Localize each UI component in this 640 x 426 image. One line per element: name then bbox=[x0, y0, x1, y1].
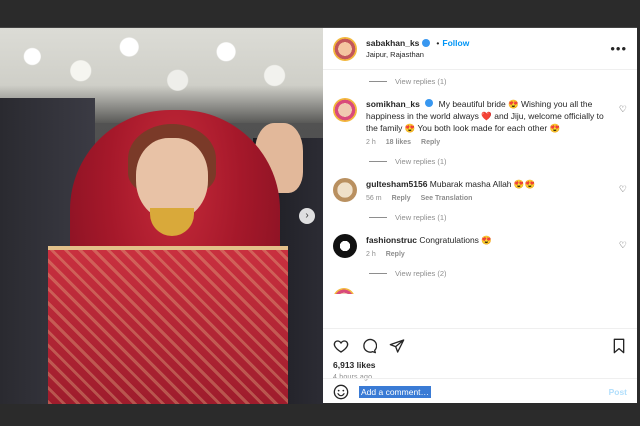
avatar[interactable] bbox=[333, 234, 357, 258]
comment-username[interactable]: fashionstruc bbox=[366, 235, 417, 245]
list-item: fashionstruc Congratulations 😍 2 h Reply… bbox=[333, 234, 627, 258]
comment-text: Mubarak masha Allah 😍😍 bbox=[429, 179, 536, 189]
avatar[interactable] bbox=[333, 178, 357, 202]
heart-icon[interactable] bbox=[333, 338, 349, 354]
more-options-icon[interactable]: ••• bbox=[610, 41, 627, 56]
like-comment-icon[interactable]: ♡ bbox=[619, 240, 627, 251]
view-replies[interactable]: View replies (2) bbox=[369, 266, 627, 280]
comment-time: 56 m bbox=[366, 195, 382, 202]
like-comment-icon[interactable]: ♡ bbox=[619, 184, 627, 195]
post-button[interactable]: Post bbox=[609, 387, 627, 397]
comment-time: 2 h bbox=[366, 139, 376, 146]
view-replies[interactable]: View replies (1) bbox=[369, 154, 627, 168]
add-comment-bar: Add a comment… Post bbox=[323, 378, 637, 404]
comments-panel: sabakhan_ks • Follow Jaipur, Rajasthan •… bbox=[323, 28, 637, 404]
comment-username[interactable]: gultesham5156 bbox=[366, 179, 427, 189]
list-item: gultesham5156 Mubarak masha Allah 😍😍 56 … bbox=[333, 178, 627, 202]
verified-icon bbox=[422, 39, 431, 47]
add-comment-input[interactable]: Add a comment… bbox=[359, 385, 432, 398]
comment-icon[interactable] bbox=[361, 338, 377, 354]
view-replies[interactable]: View replies (1) bbox=[369, 210, 627, 224]
like-comment-icon[interactable]: ♡ bbox=[619, 104, 627, 115]
comment-time: 2 h bbox=[366, 251, 376, 258]
post-username[interactable]: sabakhan_ks bbox=[366, 38, 419, 48]
comments-list: View replies (1) somikhan_ks My beautifu… bbox=[323, 70, 637, 328]
bookmark-icon[interactable] bbox=[611, 338, 627, 354]
list-item bbox=[333, 288, 627, 294]
reply-button[interactable]: Reply bbox=[386, 251, 405, 258]
verified-icon bbox=[425, 99, 434, 107]
bride-dupatta bbox=[48, 246, 288, 404]
view-replies[interactable]: View replies (1) bbox=[369, 74, 627, 88]
avatar[interactable] bbox=[333, 36, 357, 61]
likes-count[interactable]: 6,913 likes bbox=[333, 360, 627, 370]
separator-dot: • bbox=[436, 38, 440, 48]
avatar[interactable] bbox=[333, 98, 357, 122]
comment-username[interactable]: somikhan_ks bbox=[366, 99, 420, 109]
see-translation-button[interactable]: See Translation bbox=[421, 195, 473, 202]
post-modal: › sabakhan_ks • Follow Jaipur, Rajasthan… bbox=[0, 27, 637, 404]
follow-button[interactable]: Follow bbox=[442, 38, 469, 48]
list-item: somikhan_ks My beautiful bride 😍 Wishing… bbox=[333, 98, 627, 146]
post-actions: 6,913 likes 4 hours ago bbox=[323, 328, 637, 381]
share-icon[interactable] bbox=[389, 338, 405, 354]
post-photo[interactable]: › bbox=[0, 28, 323, 404]
avatar[interactable] bbox=[333, 288, 355, 294]
emoji-icon[interactable] bbox=[333, 384, 349, 400]
next-photo-button[interactable]: › bbox=[299, 208, 315, 224]
comment-text: Congratulations 😍 bbox=[419, 235, 492, 245]
comment-likes[interactable]: 18 likes bbox=[386, 139, 411, 146]
post-location[interactable]: Jaipur, Rajasthan bbox=[366, 50, 610, 59]
reply-button[interactable]: Reply bbox=[392, 195, 411, 202]
post-header: sabakhan_ks • Follow Jaipur, Rajasthan •… bbox=[323, 28, 637, 70]
reply-button[interactable]: Reply bbox=[421, 139, 440, 146]
